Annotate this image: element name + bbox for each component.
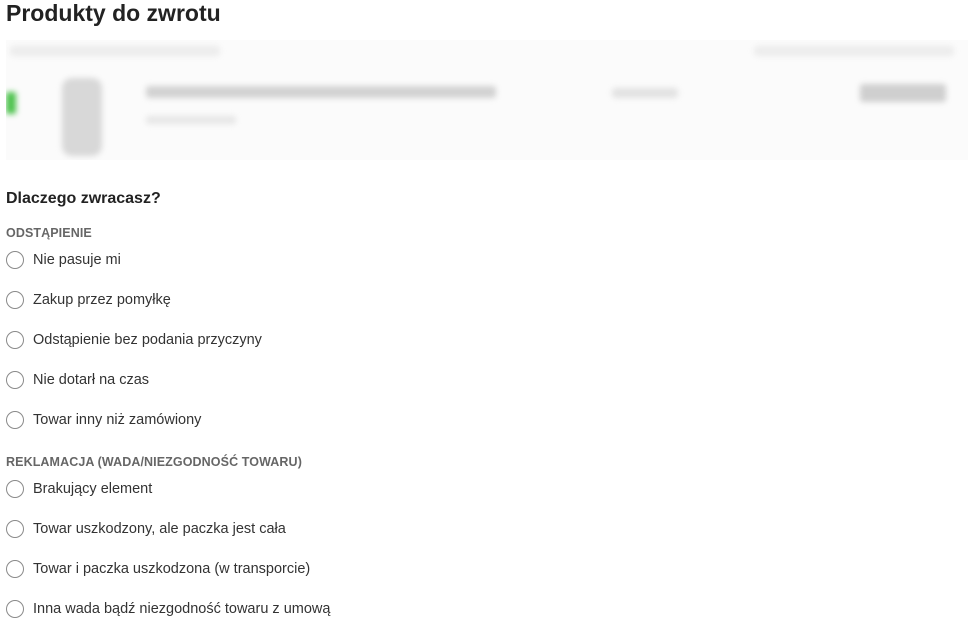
product-name (146, 86, 496, 98)
radio-button[interactable] (6, 480, 24, 498)
product-price (860, 84, 946, 102)
radio-button[interactable] (6, 251, 24, 269)
radio-button[interactable] (6, 560, 24, 578)
product-sku (146, 116, 236, 124)
reason-option-label: Towar inny niż zamówiony (33, 412, 202, 428)
product-select-indicator[interactable] (6, 92, 16, 114)
reason-option-label: Inna wada bądź niezgodność towaru z umow… (33, 601, 331, 617)
reason-option-label: Zakup przez pomyłkę (33, 292, 171, 308)
reason-option[interactable]: Towar inny niż zamówiony (6, 409, 201, 431)
product-card-header-right (754, 46, 954, 56)
group-label-complaint: REKLAMACJA (WADA/NIEZGODNOŚĆ TOWARU) (6, 455, 302, 469)
radio-button[interactable] (6, 291, 24, 309)
reason-option-label: Nie pasuje mi (33, 252, 121, 268)
reason-option[interactable]: Towar uszkodzony, ale paczka jest cała (6, 518, 286, 540)
reason-option[interactable]: Towar i paczka uszkodzona (w transporcie… (6, 558, 310, 580)
radio-button[interactable] (6, 520, 24, 538)
radio-button[interactable] (6, 411, 24, 429)
reason-option[interactable]: Odstąpienie bez podania przyczyny (6, 329, 262, 351)
page-title: Produkty do zwrotu (6, 0, 221, 26)
product-quantity (612, 88, 678, 98)
product-card-header-left (10, 46, 220, 56)
group-label-withdrawal: ODSTĄPIENIE (6, 226, 92, 240)
reason-option-label: Odstąpienie bez podania przyczyny (33, 332, 262, 348)
reason-option[interactable]: Inna wada bądź niezgodność towaru z umow… (6, 598, 330, 620)
reason-option-label: Nie dotarł na czas (33, 372, 150, 388)
reason-option-label: Brakujący element (33, 481, 153, 497)
reason-option[interactable]: Zakup przez pomyłkę (6, 289, 171, 311)
reason-option[interactable]: Nie pasuje mi (6, 249, 121, 271)
return-reason-question: Dlaczego zwracasz? (6, 190, 161, 207)
reason-option[interactable]: Brakujący element (6, 478, 152, 500)
product-thumbnail (62, 78, 102, 156)
radio-button[interactable] (6, 371, 24, 389)
radio-button[interactable] (6, 331, 24, 349)
reason-option-label: Towar i paczka uszkodzona (w transporcie… (33, 561, 311, 577)
reason-option-label: Towar uszkodzony, ale paczka jest cała (33, 521, 286, 537)
radio-button[interactable] (6, 600, 24, 618)
reason-option[interactable]: Nie dotarł na czas (6, 369, 149, 391)
product-card (6, 40, 968, 160)
